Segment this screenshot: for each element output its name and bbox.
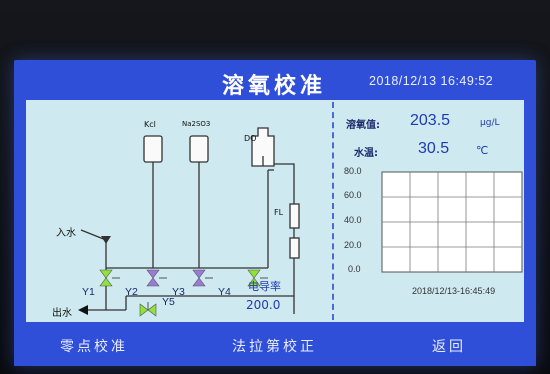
na2so3-bottle	[189, 135, 209, 163]
conductivity-value: 200.0	[246, 298, 281, 312]
y-tick-80: 80.0	[344, 166, 362, 176]
water-temp-unit: ℃	[476, 144, 489, 157]
footer-bar: 零点校准 法拉第校正 返回	[14, 328, 536, 366]
kcl-bottle	[143, 135, 163, 163]
na2so3-label: Na2SO3	[182, 120, 211, 128]
inlet-label: 入水	[56, 228, 76, 239]
y-tick-60: 60.0	[344, 190, 362, 200]
y-tick-40: 40.0	[344, 215, 362, 225]
conductivity-label: 电导率	[248, 280, 281, 293]
page-title: 溶氧校准	[221, 73, 326, 99]
valve-y2-label: Y2	[125, 286, 138, 298]
valve-y3	[192, 269, 213, 287]
do-value: 203.5	[410, 112, 451, 129]
y-tick-0: 0.0	[348, 264, 361, 274]
water-temp-label: 水温:	[354, 148, 378, 159]
datetime-display: 2018/12/13 16:49:52	[369, 74, 494, 88]
valve-y1	[99, 269, 120, 287]
do-unit: μg/L	[480, 118, 500, 128]
do-sensor-label: DO	[244, 134, 257, 143]
valve-y5-label: Y5	[162, 296, 175, 308]
y-tick-20: 20.0	[344, 240, 362, 250]
outlet-label: 出水	[52, 308, 72, 319]
valve-y5	[139, 302, 157, 317]
zero-calibration-button[interactable]: 零点校准	[60, 336, 128, 356]
kcl-label: Kcl	[144, 120, 156, 129]
water-temp-value: 30.5	[418, 140, 450, 157]
valve-y4-label: Y4	[218, 286, 231, 298]
fl-label: FL	[274, 208, 284, 217]
flow-meter	[289, 203, 300, 229]
hmi-screen: 溶氧校准 2018/12/13 16:49:52 入水 出水 Kcl Na2SO…	[14, 60, 536, 366]
chart-timestamp: 2018/12/13-16:45:49	[412, 286, 496, 296]
conductivity-cell	[289, 237, 300, 259]
outlet-arrow	[78, 305, 88, 315]
back-button[interactable]: 返回	[432, 336, 466, 356]
main-panel: 入水 出水 Kcl Na2SO3 DO FL Y1 Y2 Y3 Y4 Y5 电导…	[26, 100, 524, 322]
faraday-correction-button[interactable]: 法拉第校正	[232, 336, 317, 356]
trend-chart	[381, 171, 523, 273]
valve-y1-label: Y1	[82, 286, 95, 298]
valve-y2	[146, 269, 167, 287]
do-value-label: 溶氧值:	[346, 120, 380, 131]
